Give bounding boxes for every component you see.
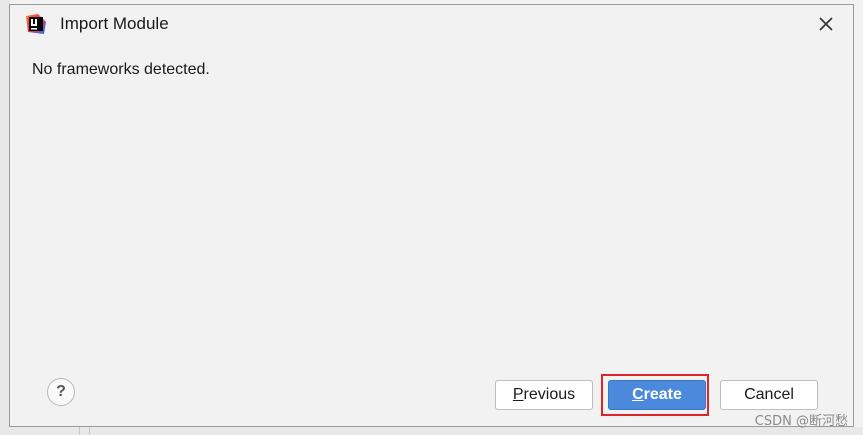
cancel-button[interactable]: Cancel [720,380,818,410]
background-divider [79,427,80,435]
background-divider [89,427,90,435]
title-bar[interactable]: Import Module [10,5,853,45]
dialog-title: Import Module [60,14,169,33]
close-icon[interactable] [815,13,837,35]
create-label: reate [643,386,682,403]
previous-button[interactable]: Previous [495,380,593,410]
watermark: CSDN @断河愁 [754,414,848,429]
background-window-bottom [0,427,863,435]
frameworks-message: No frameworks detected. [32,61,210,78]
create-button[interactable]: Create [608,380,706,410]
question-mark-icon: ? [56,383,66,400]
previous-label: revious [523,386,576,403]
create-mnemonic: C [632,386,644,403]
intellij-idea-icon [26,14,46,34]
help-button[interactable]: ? [47,378,75,406]
previous-mnemonic: P [512,386,524,403]
import-module-dialog: Import Module No frameworks detected. ? … [9,4,854,427]
